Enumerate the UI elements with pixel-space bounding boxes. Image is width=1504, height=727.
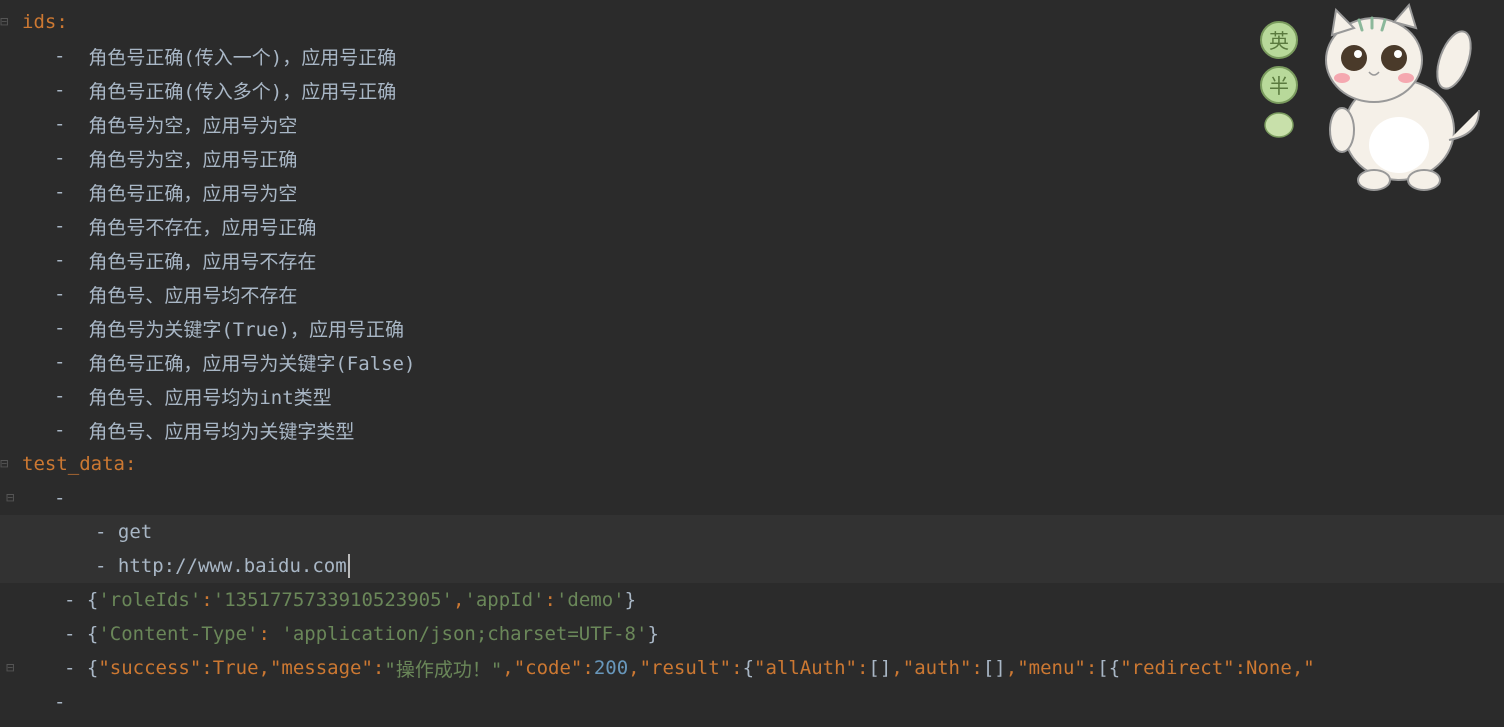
code-line[interactable]: ⊟ test_data: [0,447,1504,481]
code-line[interactable]: - http://www.baidu.com [0,549,1504,583]
list-item-text: 角色号、应用号均为关键字类型 [88,417,354,444]
code-line[interactable]: - 角色号正确，应用号不存在 [0,243,1504,277]
code-line[interactable]: - 角色号正确，应用号为关键字(False) [0,345,1504,379]
fold-marker-icon[interactable]: ⊟ [0,14,12,30]
fold-marker-icon[interactable]: ⊟ [6,660,18,676]
list-item-text: 角色号正确(传入一个)，应用号正确 [88,43,396,70]
code-line[interactable]: - 角色号、应用号均为关键字类型 [0,413,1504,447]
code-line[interactable]: - 角色号正确(传入多个)，应用号正确 [0,73,1504,107]
list-item-text: 角色号正确，应用号为空 [88,179,297,206]
code-line[interactable]: - 角色号为空，应用号正确 [0,141,1504,175]
code-line[interactable]: - 角色号为空，应用号为空 [0,107,1504,141]
list-item-text: 角色号、应用号均为int类型 [88,383,331,410]
list-item-text: 角色号不存在，应用号正确 [88,213,316,240]
text-cursor [348,554,350,578]
list-item-text: 角色号正确，应用号不存在 [88,247,316,274]
list-item-text: 角色号正确，应用号为关键字(False) [88,349,415,376]
code-line[interactable]: - 角色号正确(传入一个)，应用号正确 [0,39,1504,73]
code-line[interactable]: ⊟ - {"success":True,"message":"操作成功！","c… [0,651,1504,685]
list-item-text: 角色号为空，应用号正确 [88,145,297,172]
yaml-key: test_data [22,453,125,475]
list-item-text: 角色号、应用号均不存在 [88,281,297,308]
code-line[interactable]: ⊟ - [0,481,1504,515]
http-method: get [118,521,152,543]
list-item-text: 角色号为空，应用号为空 [88,111,297,138]
code-line[interactable]: - 角色号、应用号均为int类型 [0,379,1504,413]
code-line[interactable]: - get [0,515,1504,549]
code-editor[interactable]: ⊟ ids: - 角色号正确(传入一个)，应用号正确 - 角色号正确(传入多个)… [0,0,1504,724]
code-line[interactable]: - 角色号为关键字(True)，应用号正确 [0,311,1504,345]
code-line[interactable]: - {'roleIds':'1351775733910523905','appI… [0,583,1504,617]
code-line[interactable]: ⊟ ids: [0,5,1504,39]
fold-marker-icon[interactable]: ⊟ [0,456,12,472]
url-text: http://www.baidu.com [118,555,347,577]
list-item-text: 角色号正确(传入多个)，应用号正确 [88,77,396,104]
fold-marker-icon[interactable]: ⊟ [6,490,18,506]
list-item-text: 角色号为关键字(True)，应用号正确 [88,315,404,342]
code-line[interactable]: - [0,685,1504,719]
code-line[interactable]: - 角色号正确，应用号为空 [0,175,1504,209]
code-line[interactable]: - {'Content-Type': 'application/json;cha… [0,617,1504,651]
yaml-key: ids [22,11,56,33]
code-line[interactable]: - 角色号、应用号均不存在 [0,277,1504,311]
code-line[interactable]: - 角色号不存在，应用号正确 [0,209,1504,243]
